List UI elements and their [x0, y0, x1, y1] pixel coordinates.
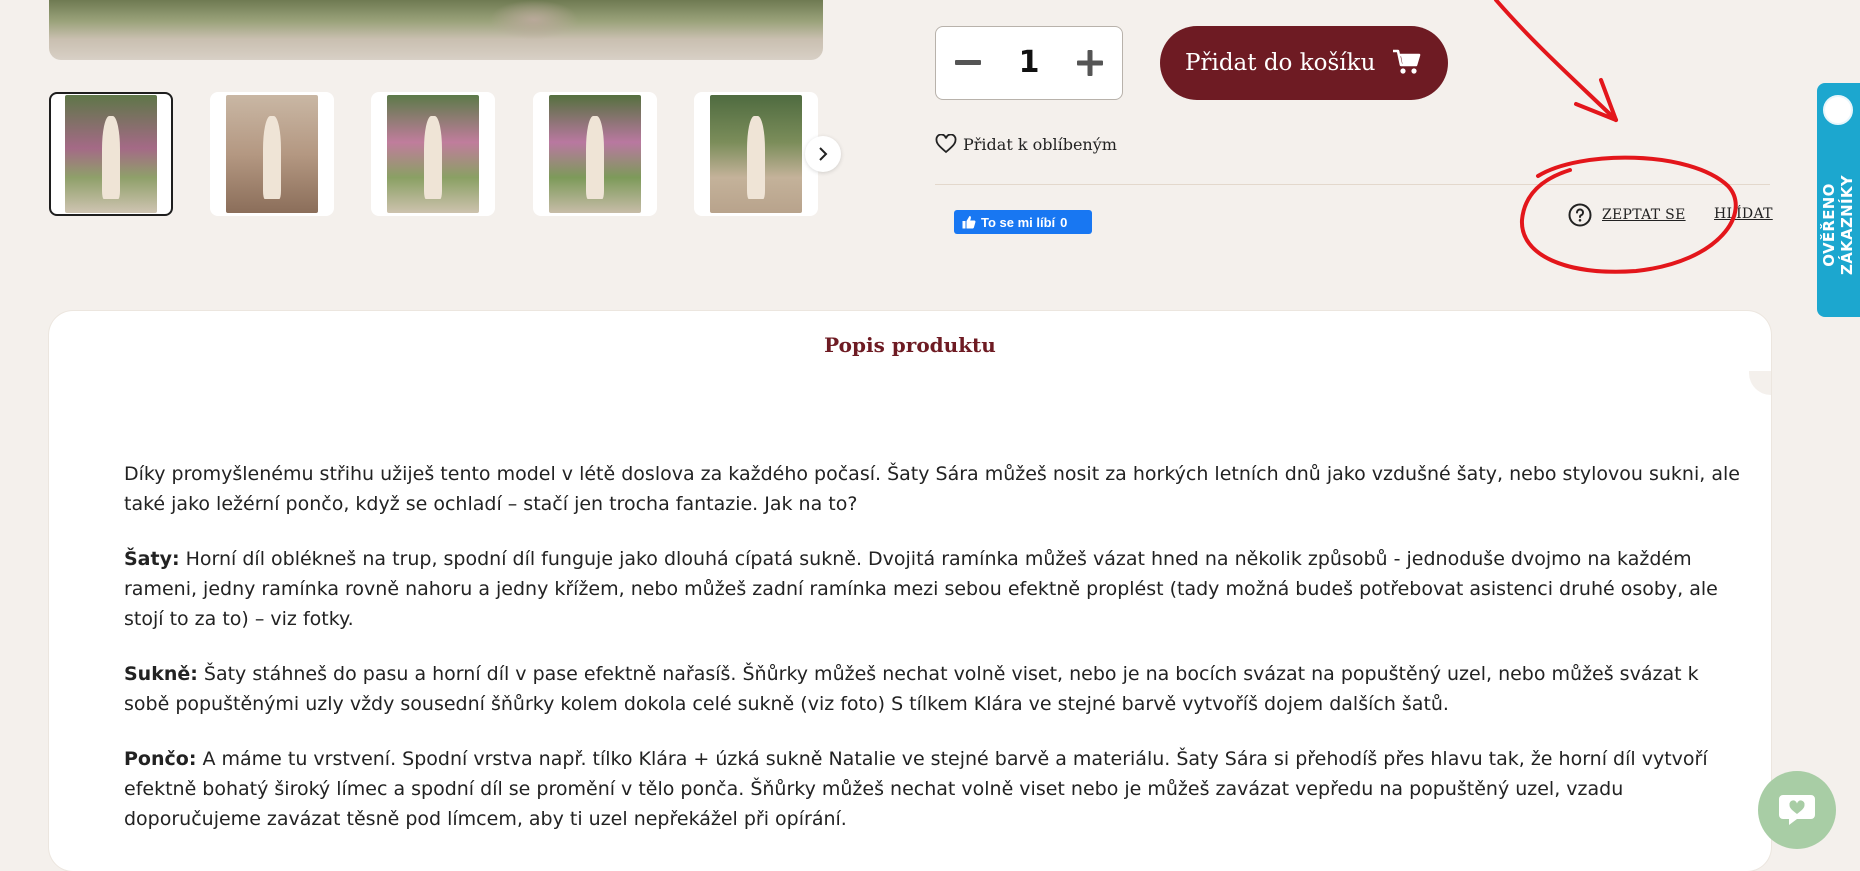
section-text: A máme tu vrstvení. Spodní vrstva např. …: [124, 748, 1708, 830]
thumbnail-4[interactable]: [533, 92, 657, 216]
cart-icon: [1393, 49, 1421, 74]
badge-logo-icon: [1823, 95, 1853, 125]
verified-by-customers-badge[interactable]: OVĚŘENO ZÁKAZNÍKY: [1817, 83, 1860, 317]
heart-icon: [935, 134, 957, 154]
chat-heart-icon: [1779, 795, 1815, 825]
section-text: Horní díl oblékneš na trup, spodní díl f…: [124, 548, 1718, 630]
section-heading: Sukně:: [124, 663, 198, 685]
description-section: Pončo: A máme tu vrstvení. Spodní vrstva…: [124, 744, 1744, 834]
description-intro: Díky promyšlenému střihu užiješ tento mo…: [124, 463, 1740, 515]
gallery-next-button[interactable]: [805, 136, 841, 172]
chat-button[interactable]: [1758, 771, 1836, 849]
description-section: Sukně: Šaty stáhneš do pasu a horní díl …: [124, 659, 1744, 719]
quantity-decrease-button[interactable]: [950, 45, 986, 81]
chevron-right-icon: [819, 147, 828, 161]
add-to-favorites-link[interactable]: Přidat k oblíbeným: [935, 134, 1117, 154]
section-text: Šaty stáhneš do pasu a horní díl v pase …: [124, 663, 1699, 715]
ask-question-link[interactable]: ZEPTAT SE: [1568, 203, 1686, 227]
question-circle-icon: [1568, 203, 1592, 227]
divider: [935, 184, 1770, 185]
like-count: 0: [1060, 214, 1068, 230]
description-title: Popis produktu: [824, 333, 996, 357]
ask-question-label: ZEPTAT SE: [1602, 207, 1686, 223]
thumbs-up-icon: [962, 216, 976, 229]
thumbnail-5[interactable]: [694, 92, 818, 216]
section-heading: Šaty:: [124, 548, 180, 570]
description-section: Šaty: Horní díl oblékneš na trup, spodní…: [124, 544, 1744, 634]
section-heading: Pončo:: [124, 748, 197, 770]
badge-label: OVĚŘENO ZÁKAZNÍKY: [1820, 175, 1856, 275]
thumbnail-3[interactable]: [371, 92, 495, 216]
product-description-card: Popis produktu Díky promyšlenému střihu …: [49, 311, 1771, 871]
description-text: Díky promyšlenému střihu užiješ tento mo…: [124, 459, 1744, 859]
add-to-cart-button[interactable]: Přidat do košíku: [1160, 26, 1448, 100]
thumbnail-2[interactable]: [210, 92, 334, 216]
quantity-input[interactable]: 1: [996, 27, 1062, 99]
thumbnail-1[interactable]: [49, 92, 173, 216]
annotation-arrow: [1494, 0, 1618, 122]
like-label: To se mi líbí: [981, 214, 1056, 230]
quantity-stepper: 1: [935, 26, 1123, 100]
add-to-favorites-label: Přidat k oblíbeným: [963, 134, 1117, 154]
product-main-image[interactable]: [49, 0, 823, 60]
facebook-like-button[interactable]: To se mi líbí 0: [954, 210, 1092, 234]
plus-icon: [1077, 50, 1103, 76]
quantity-increase-button[interactable]: [1072, 45, 1108, 81]
watch-price-link[interactable]: HLÍDAT: [1714, 206, 1773, 222]
add-to-cart-label: Přidat do košíku: [1185, 50, 1376, 76]
minus-icon: [955, 60, 981, 65]
